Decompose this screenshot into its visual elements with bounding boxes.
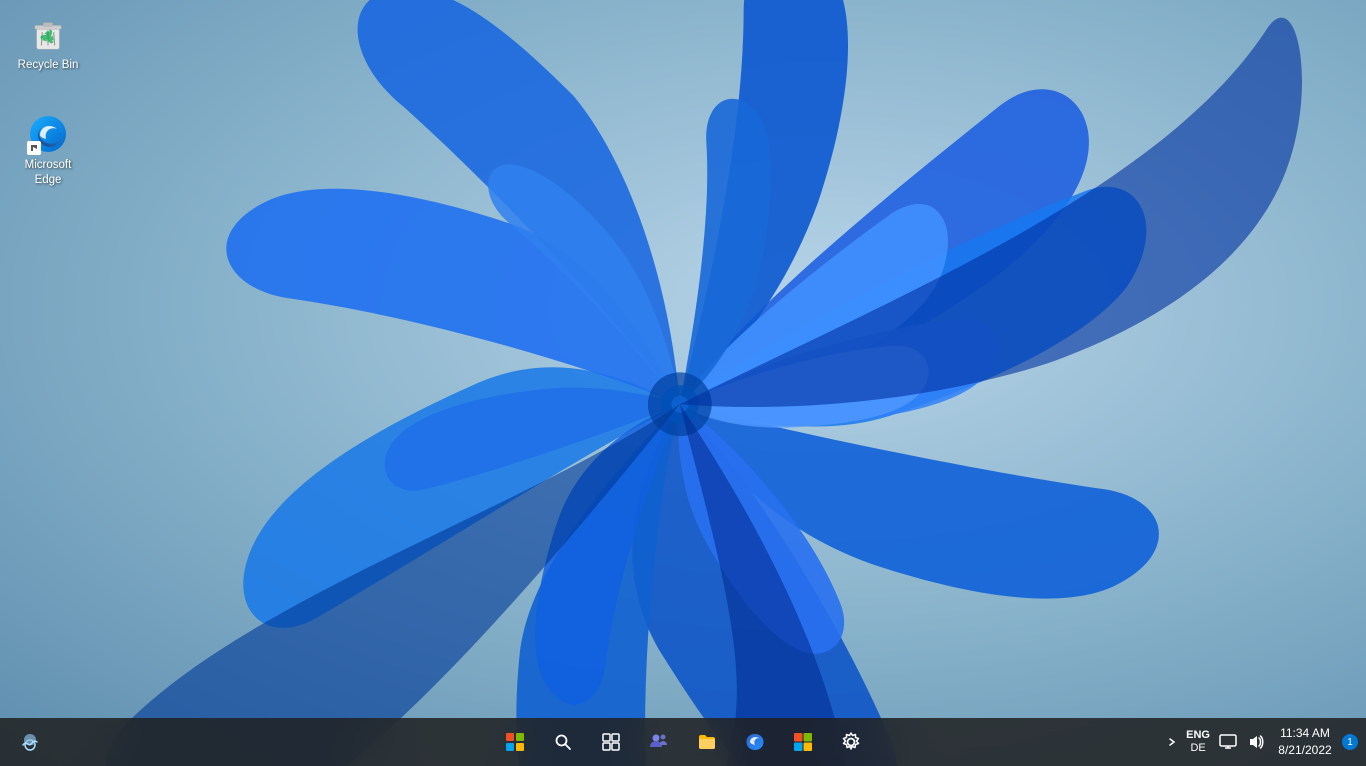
notification-count: 1 xyxy=(1347,737,1353,748)
teams-button[interactable] xyxy=(637,720,681,764)
microsoft-edge-icon[interactable]: Microsoft Edge xyxy=(8,110,88,192)
show-hidden-icons-button[interactable] xyxy=(1164,720,1180,764)
task-view-button[interactable] xyxy=(589,720,633,764)
store-button[interactable] xyxy=(781,720,825,764)
system-tray: ENG DE xyxy=(1182,718,1358,766)
volume-button[interactable] xyxy=(1242,718,1270,766)
language-indicator[interactable]: ENG DE xyxy=(1182,718,1214,766)
clock-date: 8/21/2022 xyxy=(1278,742,1331,759)
clock-display[interactable]: 11:34 AM 8/21/2022 xyxy=(1270,718,1340,766)
clock-time: 11:34 AM xyxy=(1280,725,1330,742)
taskbar-left xyxy=(0,720,80,764)
edge-taskbar-button[interactable] xyxy=(733,720,777,764)
recycle-bin-label: Recycle Bin xyxy=(18,58,79,73)
recycle-bin-icon[interactable]: Recycle Bin xyxy=(8,10,88,77)
file-explorer-button[interactable] xyxy=(685,720,729,764)
recycle-bin-image xyxy=(28,14,68,54)
notification-button[interactable]: 1 xyxy=(1342,734,1358,750)
taskbar: ENG DE xyxy=(0,718,1366,766)
shortcut-arrow xyxy=(27,141,41,155)
edge-label: Microsoft Edge xyxy=(12,158,84,188)
language-line1: ENG xyxy=(1186,729,1210,742)
desktop: Recycle Bin xyxy=(0,0,1366,718)
monitor-icon xyxy=(1218,732,1238,752)
taskbar-right: ENG DE xyxy=(1164,718,1366,766)
search-button[interactable] xyxy=(541,720,585,764)
volume-icon xyxy=(1246,732,1266,752)
settings-button[interactable] xyxy=(829,720,873,764)
display-settings-button[interactable] xyxy=(1214,718,1242,766)
edge-image xyxy=(28,114,68,154)
taskbar-center xyxy=(493,720,873,764)
start-button[interactable] xyxy=(493,720,537,764)
weather-widget[interactable] xyxy=(8,720,52,764)
language-line2: DE xyxy=(1190,742,1205,755)
